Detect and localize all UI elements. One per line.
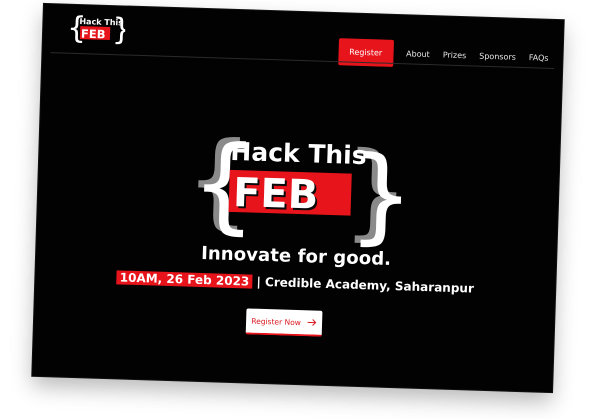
event-venue: Credible Academy, Saharanpur [264,275,475,296]
register-now-button[interactable]: Register Now [245,308,323,337]
nav-link-sponsors[interactable]: Sponsors [479,52,516,62]
arrow-right-icon [307,319,317,326]
hero-logo-line2: FEB [232,170,319,219]
event-date-time: 10AM, 26 Feb 2023 [116,270,253,289]
nav-link-prizes[interactable]: Prizes [443,50,467,60]
nav-link-about[interactable]: About [406,49,430,59]
logo-line2: FEB [81,27,106,42]
website-screenshot: { Hack This FEB } Register About Prizes … [32,3,564,393]
nav-link-faqs[interactable]: FAQs [529,53,549,63]
hero-logo: { } { } Hack This FEB FEB [184,120,404,249]
logo-brace-close: } [112,12,126,46]
header-logo[interactable]: { Hack This FEB } [65,11,126,47]
register-now-label: Register Now [251,316,302,327]
hero-logo-line1: Hack This [230,137,367,170]
details-separator: | [256,274,262,289]
